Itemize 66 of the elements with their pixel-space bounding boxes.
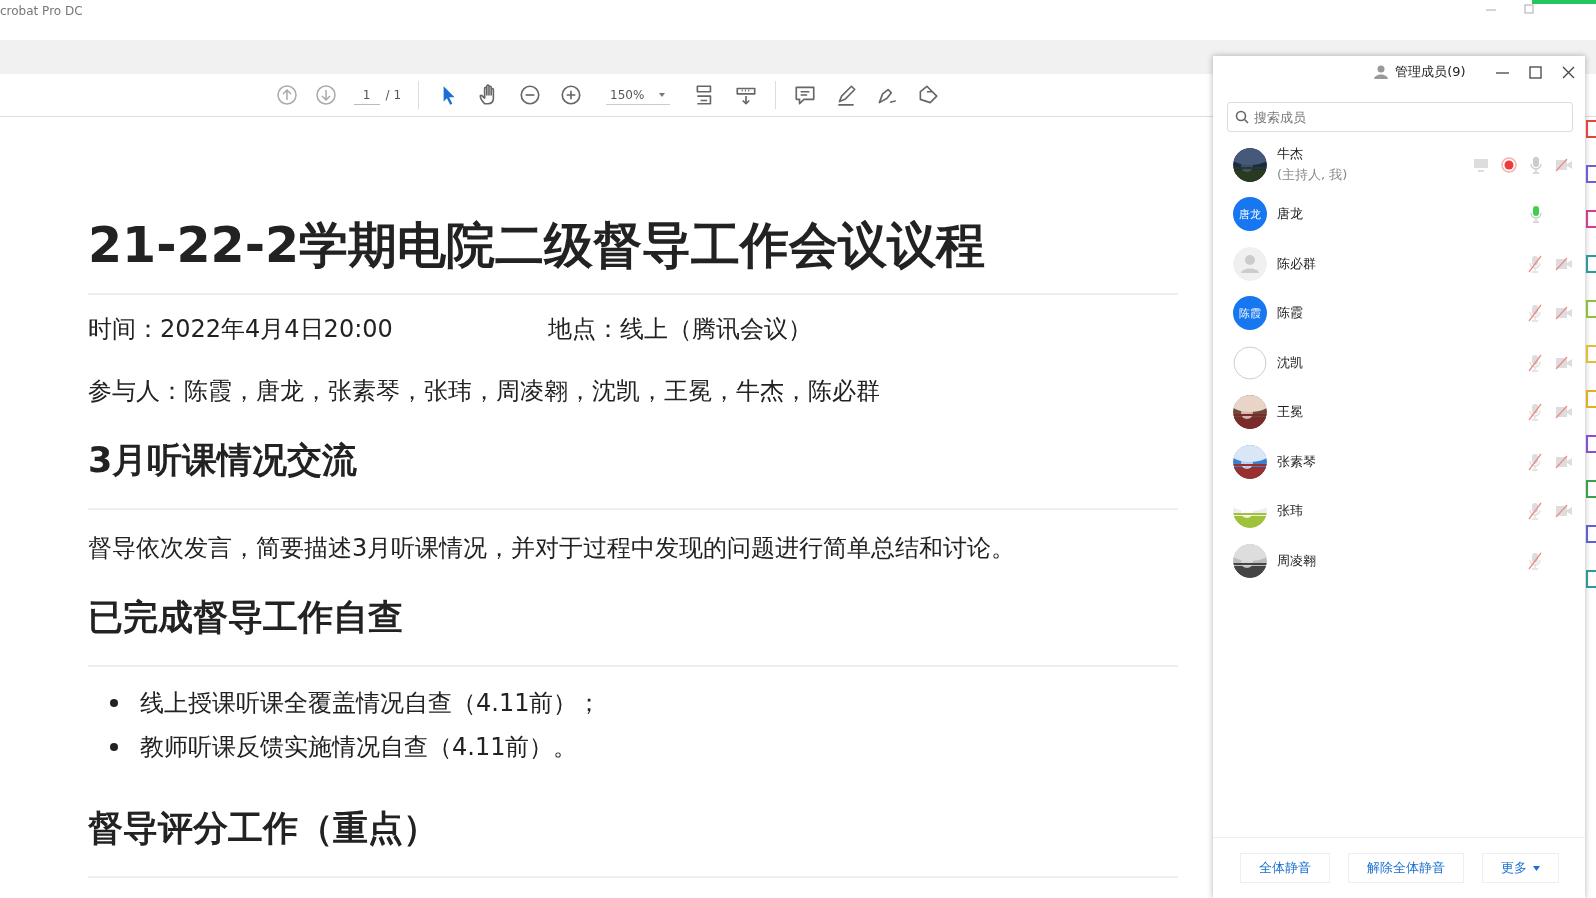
member-name: 沈凯: [1277, 353, 1304, 372]
section-heading: 3月听课情况交流: [88, 439, 358, 482]
tool-icon[interactable]: [1586, 570, 1596, 588]
member-name: 陈必群: [1277, 254, 1317, 273]
camera-off-icon[interactable]: [1555, 355, 1573, 370]
member-name: 张玮: [1277, 502, 1304, 521]
microphone-icon[interactable]: [1529, 205, 1543, 224]
search-icon: [1235, 110, 1249, 124]
info-text: 时间：2022年4月4日20:00: [88, 314, 394, 345]
member-name: 牛杰: [1277, 145, 1304, 164]
member-name: 陈霞: [1277, 304, 1304, 323]
close-icon[interactable]: [1562, 65, 1575, 79]
window-title: crobat Pro DC: [0, 4, 83, 18]
more-button[interactable]: 更多: [1481, 853, 1559, 883]
page-total: / 1: [385, 88, 402, 102]
camera-off-icon[interactable]: [1555, 504, 1573, 519]
muted-microphone-icon[interactable]: [1527, 502, 1543, 521]
tool-icon[interactable]: [1586, 435, 1596, 453]
tool-icon[interactable]: [1586, 210, 1596, 228]
member-name: 张素琴: [1277, 452, 1317, 471]
camera-off-icon[interactable]: [1555, 256, 1573, 271]
person-icon: [1373, 64, 1390, 80]
tool-icon[interactable]: [1586, 255, 1596, 273]
bullet-icon: [110, 743, 118, 751]
member-name: 周凌翱: [1277, 551, 1317, 570]
avatar: 唐龙: [1233, 197, 1267, 232]
camera-off-icon[interactable]: [1555, 306, 1573, 321]
muted-microphone-icon[interactable]: [1527, 304, 1543, 323]
caret-icon: [1532, 865, 1540, 871]
member-role: (主持人, 我): [1277, 166, 1349, 185]
zoom-dropdown[interactable]: 150%: [606, 85, 671, 105]
tool-icon[interactable]: [1586, 120, 1596, 138]
avatar: 陈霞: [1233, 296, 1267, 331]
document-title: 21-22-2学期电院二级督导工作会议议程: [88, 216, 986, 276]
muted-microphone-icon[interactable]: [1527, 353, 1543, 372]
list-item: 线上授课听课全覆盖情况自查（4.11前）；: [140, 688, 602, 719]
tool-icon[interactable]: [1586, 165, 1596, 183]
maximize-icon[interactable]: [1529, 65, 1542, 79]
muted-microphone-icon[interactable]: [1527, 452, 1543, 471]
tool-icon[interactable]: [1586, 300, 1596, 318]
muted-microphone-icon[interactable]: [1527, 551, 1543, 570]
panel-title: 管理成员(9): [1395, 63, 1466, 81]
restore-icon[interactable]: [1524, 4, 1534, 14]
camera-off-icon[interactable]: [1555, 454, 1573, 469]
caret-icon: [658, 91, 667, 98]
member-name: 唐龙: [1277, 205, 1304, 224]
record-icon[interactable]: [1501, 156, 1517, 173]
paragraph: 参与人：陈霞，唐龙，张素琴，张玮，周凌翱，沈凯，王冕，牛杰，陈必群: [88, 376, 880, 407]
screen-share-icon[interactable]: [1473, 157, 1489, 172]
info-text: 地点：线上（腾讯会议）: [548, 314, 812, 345]
muted-microphone-icon[interactable]: [1527, 403, 1543, 422]
member-name: 王冕: [1277, 403, 1304, 422]
section-heading: 督导评分工作（重点）: [88, 807, 438, 850]
search-field[interactable]: 搜索成员: [1227, 102, 1573, 132]
bullet-icon: [110, 699, 118, 707]
muted-microphone-icon[interactable]: [1527, 254, 1543, 273]
microphone-icon[interactable]: [1529, 155, 1543, 174]
tool-icon[interactable]: [1586, 480, 1596, 498]
mute-action-button[interactable]: 解除全体静音: [1347, 853, 1464, 883]
paragraph: 督导依次发言，简要描述3月听课情况，并对于过程中发现的问题进行简单总结和讨论。: [88, 533, 1016, 564]
tool-icon[interactable]: [1586, 525, 1596, 543]
mute-action-button[interactable]: 全体静音: [1239, 853, 1330, 883]
list-item: 教师听课反馈实施情况自查（4.11前）。: [140, 732, 578, 763]
section-heading: 已完成督导工作自查: [88, 596, 403, 639]
camera-off-icon[interactable]: [1555, 157, 1573, 172]
camera-off-icon[interactable]: [1555, 405, 1573, 420]
